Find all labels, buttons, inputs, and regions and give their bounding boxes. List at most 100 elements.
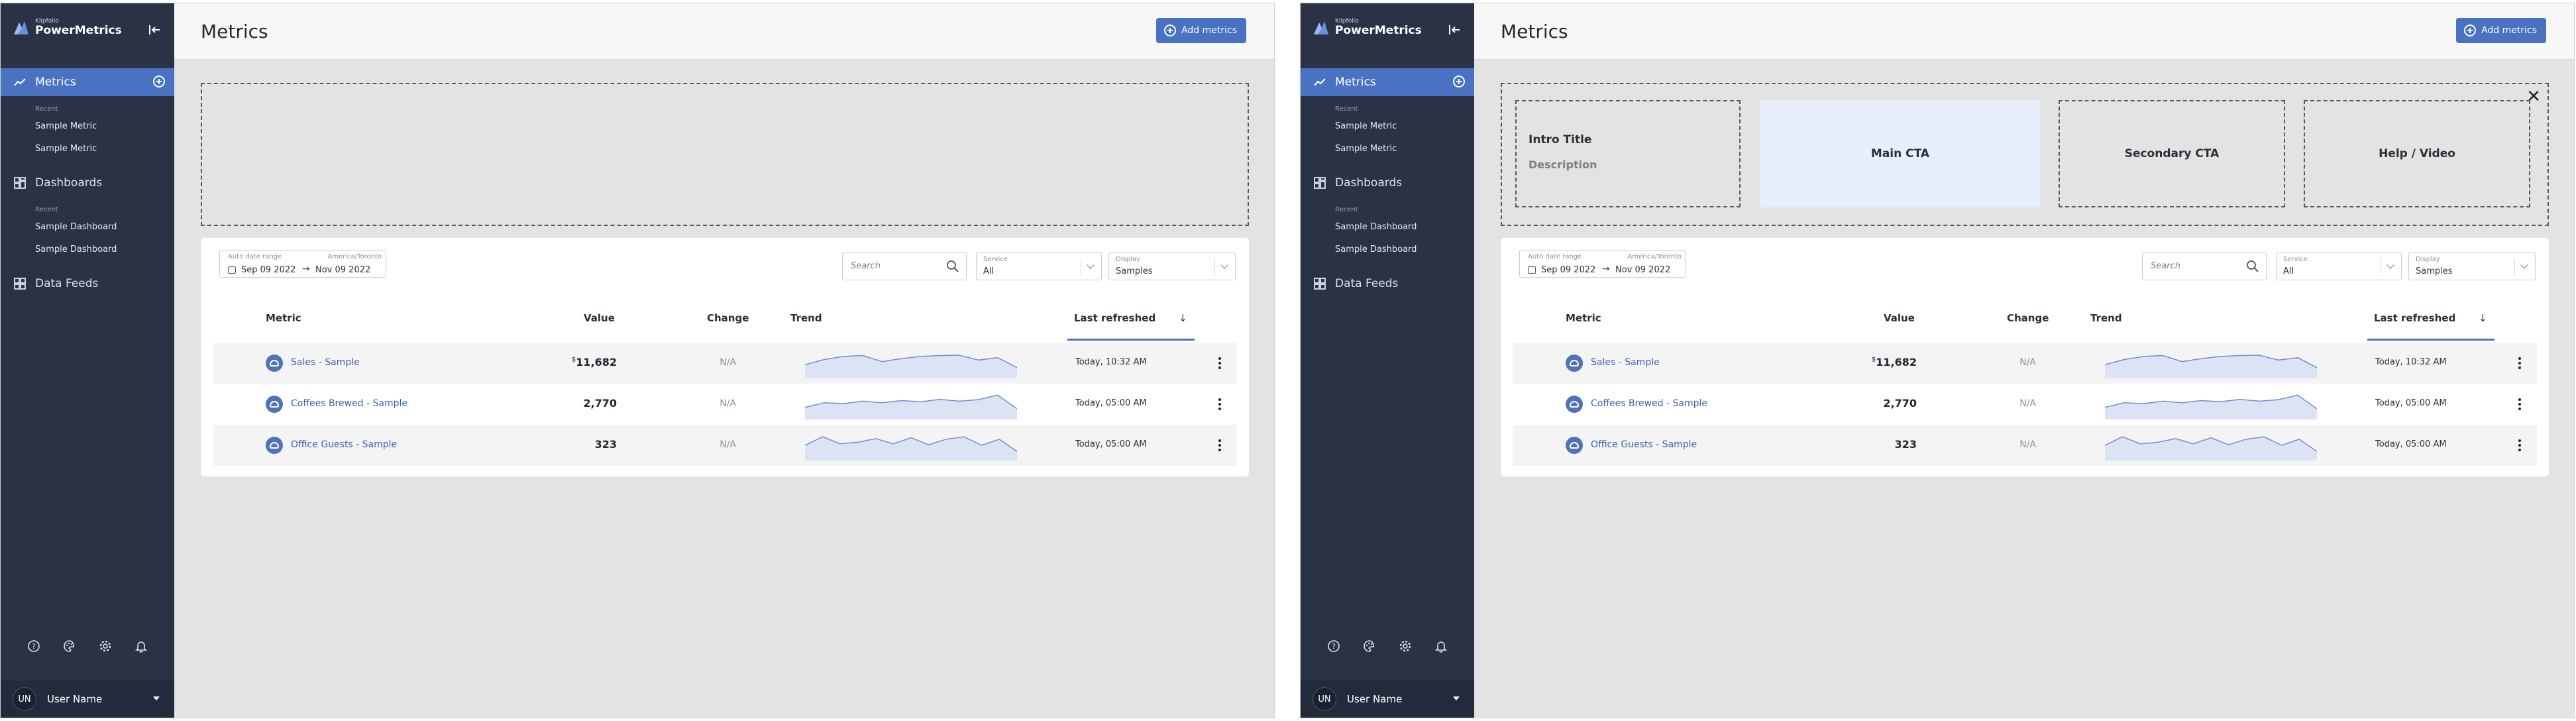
sort-descending-icon[interactable]: ↓: [1179, 312, 1187, 324]
metric-name-link[interactable]: Coffees Brewed - Sample: [291, 398, 407, 409]
add-metrics-button[interactable]: Add metrics: [2456, 18, 2546, 43]
sidebar-item-data-feeds[interactable]: Data Feeds: [1301, 270, 1474, 298]
column-header-metric[interactable]: Metric: [1566, 312, 1601, 324]
sidebar-item-metrics[interactable]: Metrics: [1, 68, 174, 96]
recent-metric-link[interactable]: Sample Metric: [35, 121, 97, 131]
metric-change: N/A: [720, 357, 736, 368]
column-header-last-refreshed[interactable]: Last refreshed: [2374, 312, 2455, 324]
metric-name-link[interactable]: Coffees Brewed - Sample: [1591, 398, 1707, 409]
main-cta-button[interactable]: Main CTA: [1760, 100, 2040, 207]
more-options-icon[interactable]: [2513, 397, 2526, 412]
recent-dashboard-link[interactable]: Sample Dashboard: [1335, 245, 1417, 254]
recent-metric-link[interactable]: Sample Metric: [1335, 121, 1397, 131]
more-options-icon[interactable]: [1213, 356, 1226, 370]
column-header-value[interactable]: Value: [1884, 312, 1915, 324]
palette-icon[interactable]: [63, 639, 76, 653]
column-header-change[interactable]: Change: [2007, 312, 2049, 324]
table-row[interactable]: Sales - Sample $11,682 N/A Today, 10:32 …: [213, 343, 1237, 384]
recent-dashboard-link[interactable]: Sample Dashboard: [35, 222, 117, 232]
table-row[interactable]: Coffees Brewed - Sample 2,770 N/A Today,…: [1513, 384, 2537, 425]
bell-icon[interactable]: [134, 639, 148, 653]
recent-dashboard-link[interactable]: Sample Dashboard: [1335, 222, 1417, 232]
metric-name-link[interactable]: Sales - Sample: [291, 357, 360, 368]
metric-value: 323: [595, 438, 617, 451]
trend-sparkline: [2105, 394, 2317, 419]
help-icon[interactable]: ?: [27, 639, 40, 653]
sort-indicator: [2367, 339, 2495, 341]
add-metric-icon[interactable]: [1453, 76, 1465, 87]
trend-sparkline: [805, 436, 1017, 461]
date-to: Nov 09 2022: [315, 265, 371, 275]
recent-metric-link[interactable]: Sample Metric: [35, 144, 97, 154]
date-range-picker[interactable]: Auto date range America/Toronto Sep 09 2…: [1519, 250, 1686, 278]
trend-sparkline: [2105, 355, 2317, 378]
more-options-icon[interactable]: [1213, 397, 1226, 412]
metric-value-number: 11,682: [1876, 356, 1917, 368]
table-row[interactable]: Sales - Sample $11,682 N/A Today, 10:32 …: [1513, 343, 2537, 384]
sidebar-utility-bar: ?: [1, 630, 174, 662]
date-range-picker[interactable]: Auto date range America/Toronto Sep 09 2…: [219, 250, 386, 278]
service-select[interactable]: Service All: [2276, 252, 2402, 280]
gear-icon[interactable]: [99, 639, 112, 653]
display-select[interactable]: Display Samples: [2408, 252, 2536, 280]
search-input[interactable]: Search: [842, 252, 967, 280]
add-metric-icon[interactable]: [153, 76, 165, 87]
table-row[interactable]: Office Guests - Sample 323 N/A Today, 05…: [213, 425, 1237, 466]
user-menu[interactable]: UN User Name: [1, 681, 174, 718]
more-options-icon[interactable]: [2513, 438, 2526, 453]
trend-line-icon: [14, 78, 26, 86]
recent-label: Recent: [35, 206, 58, 213]
add-metrics-button[interactable]: Add metrics: [1156, 18, 1246, 43]
sidebar-item-dashboards[interactable]: Dashboards: [1, 169, 174, 197]
collapse-sidebar-icon[interactable]: [1448, 23, 1461, 36]
help-icon[interactable]: ?: [1327, 639, 1340, 653]
recent-metric-link[interactable]: Sample Metric: [1335, 144, 1397, 154]
chevron-down-icon: [1081, 258, 1101, 274]
timezone-label: America/Toronto: [327, 253, 382, 260]
logo[interactable]: Klipfolio PowerMetrics: [1313, 18, 1422, 36]
table-row[interactable]: Office Guests - Sample 323 N/A Today, 05…: [1513, 425, 2537, 466]
metric-change: N/A: [720, 398, 736, 409]
sidebar-item-label: Metrics: [35, 76, 76, 89]
metric-name-link[interactable]: Office Guests - Sample: [291, 439, 397, 450]
caret-down-icon: [153, 696, 160, 700]
table-row[interactable]: Coffees Brewed - Sample 2,770 N/A Today,…: [213, 384, 1237, 425]
search-input[interactable]: Search: [2142, 252, 2267, 280]
recent-dashboard-link[interactable]: Sample Dashboard: [35, 245, 117, 254]
more-options-icon[interactable]: [1213, 438, 1226, 453]
column-header-last-refreshed[interactable]: Last refreshed: [1074, 312, 1155, 324]
metric-value: 2,770: [1883, 397, 1917, 410]
sidebar-item-metrics[interactable]: Metrics: [1301, 68, 1474, 96]
metric-change: N/A: [2019, 398, 2036, 409]
more-options-icon[interactable]: [2513, 356, 2526, 370]
sidebar-item-label: Data Feeds: [35, 277, 99, 290]
add-metrics-label: Add metrics: [2481, 25, 2537, 36]
sidebar-item-data-feeds[interactable]: Data Feeds: [1, 270, 174, 298]
service-select[interactable]: Service All: [976, 252, 1102, 280]
user-name: User Name: [47, 693, 103, 705]
bell-icon[interactable]: [1434, 639, 1448, 653]
sidebar-item-dashboards[interactable]: Dashboards: [1301, 169, 1474, 197]
sort-descending-icon[interactable]: ↓: [2479, 312, 2487, 324]
collapse-sidebar-icon[interactable]: [148, 23, 161, 36]
column-header-value[interactable]: Value: [584, 312, 615, 324]
plus-circle-icon: [1164, 25, 1177, 36]
palette-icon[interactable]: [1363, 639, 1376, 653]
plus-circle-icon: [2464, 25, 2477, 36]
secondary-cta-button[interactable]: Secondary CTA: [2059, 100, 2285, 207]
logo[interactable]: Klipfolio PowerMetrics: [13, 18, 122, 36]
app-window-default: Klipfolio PowerMetrics Metrics Recent Sa…: [0, 3, 1275, 718]
column-header-change[interactable]: Change: [707, 312, 749, 324]
last-refreshed-time: Today, 10:32 AM: [1075, 357, 1147, 367]
trend-line-icon: [1314, 78, 1326, 86]
date-range-label: Auto date range: [1528, 253, 1582, 260]
metric-name-link[interactable]: Office Guests - Sample: [1591, 439, 1697, 450]
display-select[interactable]: Display Samples: [1108, 252, 1236, 280]
user-menu[interactable]: UN User Name: [1301, 681, 1474, 718]
help-video-button[interactable]: Help / Video: [2304, 100, 2530, 207]
logo-main-text: PowerMetrics: [35, 24, 122, 37]
metric-name-link[interactable]: Sales - Sample: [1591, 357, 1660, 368]
column-header-metric[interactable]: Metric: [266, 312, 301, 324]
gear-icon[interactable]: [1399, 639, 1412, 653]
dashboard-icon: [14, 177, 26, 189]
